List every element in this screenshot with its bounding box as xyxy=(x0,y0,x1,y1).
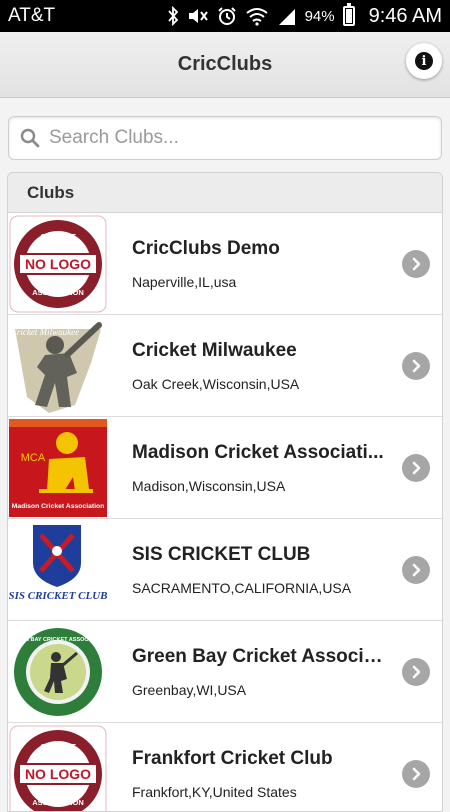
no-logo-badge: NO LOGO CRICKET ASSOCIATION xyxy=(8,214,108,314)
svg-text:GREEN BAY CRICKET ASSOCIATION: GREEN BAY CRICKET ASSOCIATION xyxy=(9,637,106,643)
club-location: Madison,Wisconsin,USA xyxy=(132,478,392,494)
club-row-frankfort[interactable]: NO LOGO CRICKET ASSOCIATION Frankfort Cr… xyxy=(8,723,442,812)
svg-text:Madison Cricket Association: Madison Cricket Association xyxy=(12,503,105,510)
battery-icon xyxy=(343,6,355,26)
no-logo-badge: NO LOGO CRICKET ASSOCIATION xyxy=(8,724,108,812)
club-name: SIS CRICKET CLUB xyxy=(132,544,392,566)
svg-text:Cricket Milwaukee: Cricket Milwaukee xyxy=(11,327,79,337)
club-name: Madison Cricket Associati... xyxy=(132,442,392,464)
svg-text:CRICKET: CRICKET xyxy=(40,233,76,242)
club-location: Frankfort,KY,United States xyxy=(132,784,392,800)
club-location: Greenbay,WI,USA xyxy=(132,682,392,698)
carrier-label: AT&T xyxy=(8,5,167,27)
club-text: Frankfort Cricket Club Frankfort,KY,Unit… xyxy=(132,748,442,800)
club-row-cricclubs-demo[interactable]: NO LOGO CRICKET ASSOCIATION CricClubs De… xyxy=(8,213,442,315)
svg-text:MCA: MCA xyxy=(21,452,46,464)
club-row-cricket-milwaukee[interactable]: Cricket Milwaukee Cricket Milwaukee Oak … xyxy=(8,315,442,417)
club-text: SIS CRICKET CLUB SACRAMENTO,CALIFORNIA,U… xyxy=(132,544,442,596)
cricket-milwaukee-logo: Cricket Milwaukee xyxy=(8,316,108,416)
search-icon xyxy=(19,127,41,149)
club-text: Green Bay Cricket Associat... Greenbay,W… xyxy=(132,646,442,698)
sis-logo: SIS CRICKET CLUB xyxy=(8,520,108,620)
status-bar: AT&T 94% 9:46 AM xyxy=(0,0,450,32)
app-header: CricClubs i xyxy=(0,32,450,98)
club-name: Cricket Milwaukee xyxy=(132,340,392,362)
chevron-right-icon[interactable] xyxy=(402,556,430,584)
svg-text:ASSOCIATION: ASSOCIATION xyxy=(32,798,84,807)
svg-text:NO LOGO: NO LOGO xyxy=(25,766,91,782)
mute-icon xyxy=(187,6,209,26)
club-text: CricClubs Demo Naperville,IL,usa xyxy=(132,238,442,290)
club-text: Cricket Milwaukee Oak Creek,Wisconsin,US… xyxy=(132,340,442,392)
club-name: Green Bay Cricket Associat... xyxy=(132,646,392,668)
bluetooth-icon xyxy=(167,6,179,26)
chevron-right-icon[interactable] xyxy=(402,454,430,482)
list-header: Clubs xyxy=(8,173,442,213)
club-row-madison-cricket[interactable]: MCA Madison Cricket Association Madison … xyxy=(8,417,442,519)
clubs-list: Clubs NO LOGO CRICKET ASSOCIATION CricCl… xyxy=(7,172,443,812)
status-icons: 94% 9:46 AM xyxy=(167,5,442,28)
club-name: CricClubs Demo xyxy=(132,238,392,260)
club-name: Frankfort Cricket Club xyxy=(132,748,392,770)
search-input[interactable] xyxy=(49,127,441,149)
svg-text:CRICKET: CRICKET xyxy=(40,743,76,752)
clock: 9:46 AM xyxy=(369,5,442,28)
chevron-right-icon[interactable] xyxy=(402,352,430,380)
info-icon: i xyxy=(415,52,433,70)
battery-percent: 94% xyxy=(305,8,335,25)
info-button[interactable]: i xyxy=(406,43,442,79)
club-row-sis-cricket[interactable]: SIS CRICKET CLUB SIS CRICKET CLUB SACRAM… xyxy=(8,519,442,621)
chevron-right-icon[interactable] xyxy=(402,760,430,788)
svg-text:NO LOGO: NO LOGO xyxy=(25,256,91,272)
green-bay-logo: GREEN BAY CRICKET ASSOCIATION xyxy=(8,622,108,722)
wifi-icon xyxy=(245,6,269,26)
club-location: Oak Creek,Wisconsin,USA xyxy=(132,376,392,392)
chevron-right-icon[interactable] xyxy=(402,250,430,278)
alarm-icon xyxy=(217,6,237,26)
app-title: CricClubs xyxy=(178,53,272,76)
club-location: Naperville,IL,usa xyxy=(132,274,392,290)
search-box[interactable] xyxy=(8,116,442,160)
chevron-right-icon[interactable] xyxy=(402,658,430,686)
club-text: Madison Cricket Associati... Madison,Wis… xyxy=(132,442,442,494)
signal-icon xyxy=(277,6,297,26)
club-location: SACRAMENTO,CALIFORNIA,USA xyxy=(132,580,392,596)
svg-text:SIS CRICKET CLUB: SIS CRICKET CLUB xyxy=(9,590,107,602)
club-row-green-bay[interactable]: GREEN BAY CRICKET ASSOCIATION Green Bay … xyxy=(8,621,442,723)
mca-logo: MCA Madison Cricket Association xyxy=(8,418,108,518)
svg-text:ASSOCIATION: ASSOCIATION xyxy=(32,288,84,297)
